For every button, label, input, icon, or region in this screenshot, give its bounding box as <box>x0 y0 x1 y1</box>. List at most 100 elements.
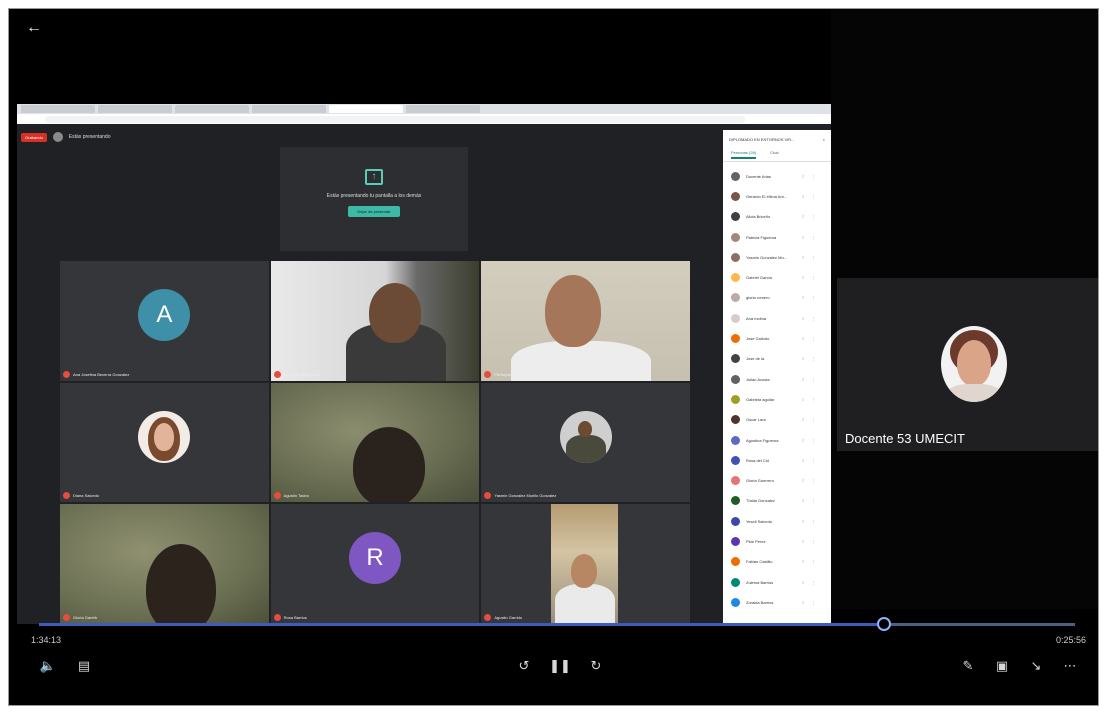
list-item: Patricia Figueroa ☾ ⋮ <box>723 227 831 247</box>
participant-tile: Yasmin Gonzalez Murillo Gonzalez <box>481 382 690 503</box>
pen-icon[interactable]: ✎ <box>957 657 979 675</box>
back-arrow-icon[interactable]: ← <box>23 17 45 39</box>
person-body <box>555 584 616 624</box>
participant-name: Patricia Figueroa <box>746 234 777 240</box>
participant-list: Docente Arias ☾ ⋮ Gerardo El-Hilma Am... ☾ ⋮ A… <box>723 162 831 613</box>
mic-off-icon <box>273 492 281 500</box>
participant-name: Diana Salcedo <box>73 493 100 499</box>
list-item: Yasmin Gonzalez Mu... ☾ ⋮ <box>723 247 831 267</box>
more-icon: ⋮ <box>811 234 816 240</box>
participant-name: Julian Acosta <box>746 376 770 382</box>
browser-tab-active <box>329 105 403 113</box>
remaining-time: 0:25:56 <box>1055 635 1086 645</box>
collapse-icon[interactable]: ↘ <box>1025 657 1047 675</box>
person-body <box>947 384 1001 402</box>
seek-bar[interactable] <box>39 617 1075 631</box>
participant-tile: Diana Salcedo <box>60 382 269 503</box>
person-face <box>154 422 175 451</box>
avatar <box>731 536 740 546</box>
more-icon: ⋮ <box>811 538 816 544</box>
present-screen-icon: ↑ <box>365 169 383 185</box>
participants-panel: DIPLOMADO EN ENTORNOS VIR... × Personas (… <box>723 130 831 624</box>
list-item: Ana molina ☾ ⋮ <box>723 308 831 328</box>
avatar <box>731 476 740 486</box>
list-item: Thalia Gonzalez ☾ ⋮ <box>723 491 831 511</box>
participant-name: Participante <box>494 371 516 377</box>
avatar: A <box>138 288 191 341</box>
mic-icon: ☾ <box>802 315 806 321</box>
more-icon: ⋮ <box>811 336 816 342</box>
list-item: gloria romero ☾ ⋮ <box>723 288 831 308</box>
more-icon[interactable]: ⋯ <box>1059 657 1081 675</box>
mic-icon: ☾ <box>802 599 806 605</box>
seek-handle[interactable] <box>877 617 891 631</box>
more-icon: ⋮ <box>811 315 816 321</box>
browser-tab <box>21 105 95 113</box>
avatar <box>731 394 740 404</box>
avatar <box>731 415 740 425</box>
participant-name: Gabriel Garcia <box>746 275 772 281</box>
mic-off-icon <box>484 613 492 621</box>
stop-presenting-button: Dejar de presentar <box>348 206 400 217</box>
address-bar <box>17 114 831 124</box>
participant-name: Docente participante <box>283 371 321 377</box>
camera-feed <box>60 504 269 624</box>
mic-off-icon <box>63 370 70 378</box>
avatar <box>731 191 740 201</box>
participant-name: Jose de la <box>746 356 765 362</box>
participant-name: Yasmin Gonzalez Mu... <box>746 254 788 260</box>
volume-icon[interactable]: 🔈 <box>37 657 59 675</box>
forward-30-icon[interactable]: ↻ <box>585 657 607 675</box>
pause-icon[interactable]: ❚❚ <box>549 657 571 675</box>
presenting-message: Estás presentando tu pantalla a los demá… <box>326 193 422 199</box>
presenting-label: Estás presentando <box>68 134 111 140</box>
list-item: Gabriela aguilar ☾ ⋮ <box>723 389 831 409</box>
avatar <box>731 273 740 283</box>
participant-name: Rosa Barrios <box>283 614 307 620</box>
captions-icon[interactable]: ▤ <box>73 657 95 675</box>
rewind-10-icon[interactable]: ↺ <box>513 657 535 675</box>
person-face <box>577 420 592 437</box>
pinned-participant-tile: Docente 53 UMECIT <box>837 278 1098 451</box>
list-item: Zulema Barrios ☾ ⋮ <box>723 572 831 592</box>
mic-icon: ☾ <box>802 173 806 179</box>
cast-screen-icon[interactable]: ▣ <box>991 657 1013 675</box>
camera-feed <box>551 504 618 624</box>
more-icon: ⋮ <box>811 417 816 423</box>
presenter-avatar <box>52 132 63 142</box>
participant-name: Zoraida Barrios <box>746 599 774 605</box>
more-icon: ⋮ <box>811 599 816 605</box>
url-field <box>45 115 745 123</box>
more-icon: ⋮ <box>811 193 816 199</box>
avatar <box>731 232 740 242</box>
avatar: R <box>348 532 401 585</box>
tab-chat: Chat <box>770 150 779 155</box>
person-face <box>352 426 425 503</box>
mic-icon: ☾ <box>802 579 806 585</box>
mic-icon: ☾ <box>802 356 806 362</box>
camera-feed <box>270 261 480 381</box>
mic-icon: ☾ <box>802 498 806 504</box>
participant-name: Yesell Salcedo <box>746 518 773 524</box>
avatar <box>731 577 740 587</box>
presenting-card: ↑ Estás presentando tu pantalla a los de… <box>280 147 468 251</box>
browser-tab <box>98 105 172 113</box>
more-icon: ⋮ <box>811 396 816 402</box>
participant-tile: Agustin Tadeo <box>270 382 480 503</box>
list-item: Rosa del Cid ☾ ⋮ <box>723 450 831 470</box>
participant-tile: R Rosa Barrios <box>270 504 480 624</box>
participant-name: Jose Galindo <box>746 336 770 342</box>
avatar <box>731 455 740 465</box>
participant-name: Agustin Tadeo <box>283 493 309 499</box>
person-face <box>571 554 598 589</box>
participant-name: Fabian Castillo <box>746 559 773 565</box>
participant-name: Docente Arias <box>746 173 771 179</box>
participant-name: Ana molina <box>746 315 767 321</box>
avatar <box>731 334 740 344</box>
list-item: Alicia Briceño ☾ ⋮ <box>723 207 831 227</box>
recorded-meeting-screen: Grabando Estás presentando ↑ Estás prese… <box>17 104 831 624</box>
more-icon: ⋮ <box>811 579 816 585</box>
participant-tile: Docente participante <box>270 261 480 381</box>
avatar <box>731 557 740 567</box>
list-item: Jose Galindo ☾ ⋮ <box>723 328 831 348</box>
